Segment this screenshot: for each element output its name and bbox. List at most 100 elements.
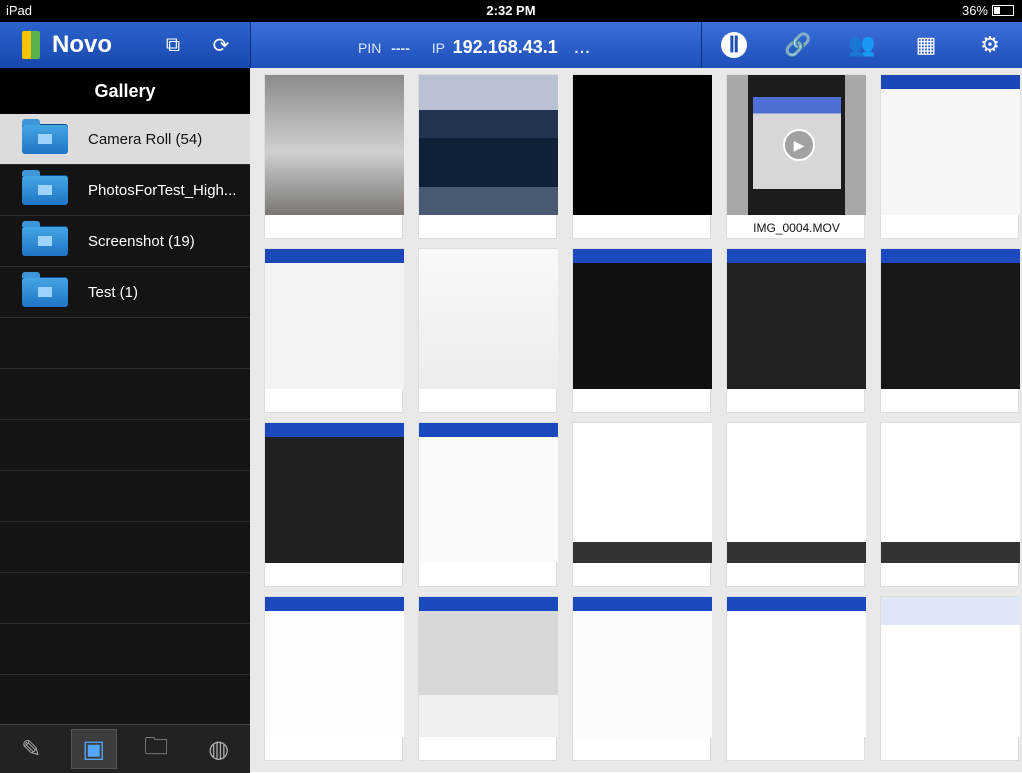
thumbnail-item[interactable] xyxy=(572,74,712,239)
top-bar: Novo ⧉ ⟳ PIN ---- IP 192.168.43.1 ... Ⅱ … xyxy=(0,22,1022,68)
status-bar: iPad 2:32 PM 36% xyxy=(0,0,1022,22)
pencil-icon: ✎ xyxy=(21,735,42,763)
photo-image xyxy=(419,423,558,563)
folder-icon xyxy=(22,119,68,154)
thumbnail-item[interactable] xyxy=(880,422,1020,587)
thumbnail-item[interactable] xyxy=(880,74,1020,239)
ip-label: IP xyxy=(431,40,445,56)
photo-image xyxy=(265,423,404,563)
users-icon: 👥 xyxy=(848,32,876,57)
novo-logo-icon xyxy=(22,31,40,59)
refresh-icon[interactable]: ⟳ xyxy=(206,30,236,60)
screen-share-icon[interactable]: ⧉ xyxy=(158,30,188,60)
album-label: PhotosForTest_High... xyxy=(88,181,237,199)
play-icon: ▶ xyxy=(783,129,815,161)
photo-image xyxy=(419,597,558,737)
thumbnail-caption: IMG_0004.MOV xyxy=(753,221,840,235)
empty-row xyxy=(0,522,250,573)
ellipsis-text: ... xyxy=(573,36,591,58)
thumbnail-item[interactable] xyxy=(726,248,866,413)
video-image: ▶ xyxy=(727,75,866,215)
photo-image xyxy=(727,249,866,389)
clock: 2:32 PM xyxy=(486,3,536,18)
grid-button[interactable]: ▦ xyxy=(900,22,952,68)
ip-value: 192.168.43.1 xyxy=(452,37,558,57)
photo-image xyxy=(265,597,404,737)
album-photosfortest[interactable]: PhotosForTest_High... xyxy=(0,165,250,216)
thumbnail-grid: ▶ IMG_0004.MOV xyxy=(250,68,1022,772)
photo-image xyxy=(573,423,712,563)
thumbnail-item[interactable] xyxy=(264,422,404,587)
folder-icon xyxy=(22,221,68,256)
folder-icon: 🗀 xyxy=(144,732,169,760)
album-label: Camera Roll (54) xyxy=(88,130,203,148)
photo-image xyxy=(881,249,1020,389)
photo-image xyxy=(881,75,1020,215)
thumbnail-item[interactable] xyxy=(418,248,558,413)
photo-image xyxy=(265,249,404,389)
photo-image xyxy=(419,75,558,215)
thumbnail-item[interactable] xyxy=(726,596,866,761)
battery-status: 36% xyxy=(962,3,1014,18)
thumbnail-item[interactable] xyxy=(418,74,558,239)
brand-bar: Novo ⧉ ⟳ xyxy=(0,22,251,68)
globe-icon: ◍ xyxy=(208,735,230,763)
thumbnail-item[interactable] xyxy=(264,248,404,413)
pause-icon: Ⅱ xyxy=(721,32,747,58)
brand-title: Novo xyxy=(52,31,112,58)
link-button[interactable]: 🔗 xyxy=(772,22,824,68)
settings-button[interactable]: ⚙ xyxy=(964,22,1016,68)
grid-icon: ▦ xyxy=(915,32,937,57)
empty-row xyxy=(0,318,250,369)
connection-info: PIN ---- IP 192.168.43.1 ... xyxy=(358,36,590,59)
photo-image xyxy=(573,249,712,389)
pin-label: PIN xyxy=(358,40,382,56)
thumbnail-item[interactable] xyxy=(418,422,558,587)
album-label: Screenshot (19) xyxy=(88,232,195,250)
photo-image xyxy=(573,75,712,215)
pencil-tool[interactable]: ✎ xyxy=(8,729,54,769)
empty-row xyxy=(0,624,250,675)
gear-icon: ⚙ xyxy=(980,32,1000,57)
pause-button[interactable]: Ⅱ xyxy=(708,22,760,68)
battery-percent: 36% xyxy=(961,3,988,18)
battery-icon xyxy=(992,5,1014,16)
link-icon: 🔗 xyxy=(784,32,812,57)
thumbnail-item[interactable] xyxy=(726,422,866,587)
sidebar: Gallery Camera Roll (54) PhotosForTest_H… xyxy=(0,68,250,772)
bottom-toolbar: ✎ ▣ 🗀 ◍ xyxy=(0,724,250,773)
gallery-icon: ▣ xyxy=(82,735,106,763)
album-screenshot[interactable]: Screenshot (19) xyxy=(0,216,250,267)
thumbnail-item[interactable] xyxy=(572,248,712,413)
album-camera-roll[interactable]: Camera Roll (54) xyxy=(0,114,250,165)
thumbnail-item[interactable] xyxy=(880,596,1020,761)
files-tool[interactable]: 🗀 xyxy=(133,729,179,769)
empty-row xyxy=(0,675,250,726)
web-tool[interactable]: ◍ xyxy=(196,729,242,769)
photo-image xyxy=(419,249,558,389)
thumbnail-item[interactable] xyxy=(572,596,712,761)
folder-icon xyxy=(22,272,68,307)
album-label: Test (1) xyxy=(88,283,139,301)
pin-value: ---- xyxy=(391,40,410,56)
photo-image xyxy=(727,597,866,737)
thumbnail-item[interactable] xyxy=(418,596,558,761)
thumbnail-item[interactable] xyxy=(880,248,1020,413)
thumbnail-item[interactable] xyxy=(572,422,712,587)
gallery-tool[interactable]: ▣ xyxy=(70,729,117,769)
thumbnail-item[interactable] xyxy=(264,596,404,761)
video-thumbnail[interactable]: ▶ IMG_0004.MOV xyxy=(726,74,866,239)
album-test[interactable]: Test (1) xyxy=(0,267,250,318)
users-button[interactable]: 👥 xyxy=(836,22,888,68)
photo-image xyxy=(881,423,1020,563)
thumbnail-item[interactable] xyxy=(264,74,404,239)
photo-image xyxy=(727,423,866,563)
photo-image xyxy=(573,597,712,737)
photo-image xyxy=(265,75,404,215)
empty-row xyxy=(0,369,250,420)
top-actions: Ⅱ 🔗 👥 ▦ ⚙ xyxy=(701,22,1022,68)
photo-image xyxy=(881,597,1020,737)
gallery-title: Gallery xyxy=(0,68,250,114)
empty-row xyxy=(0,573,250,624)
folder-icon xyxy=(22,170,68,205)
